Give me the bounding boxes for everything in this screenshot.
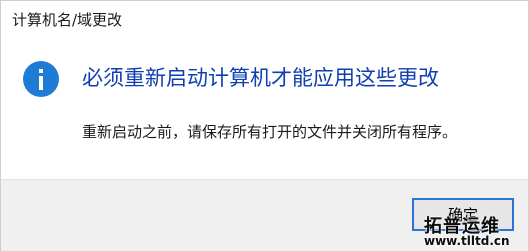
title-bar[interactable]: 计算机名/域更改 — [1, 1, 528, 37]
info-icon — [23, 61, 59, 97]
watermark-logo: 拓普运维 www.tlltd.cn — [424, 212, 510, 248]
dialog-heading: 必须重新启动计算机才能应用这些更改 — [82, 66, 439, 90]
watermark-url: www.tlltd.cn — [424, 234, 510, 248]
window-title: 计算机名/域更改 — [12, 11, 123, 29]
dialog-message: 重新启动之前，请保存所有打开的文件并关闭所有程序。 — [82, 123, 458, 141]
